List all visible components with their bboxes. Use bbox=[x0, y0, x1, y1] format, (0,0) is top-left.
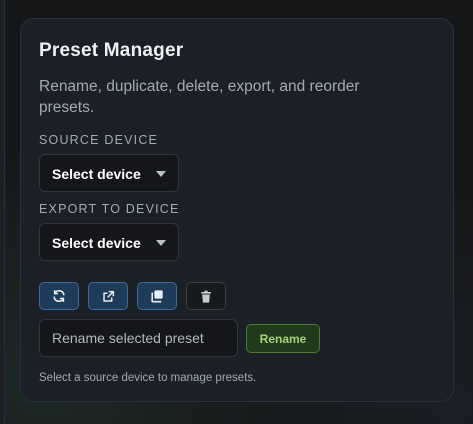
rename-button[interactable]: Rename bbox=[246, 324, 320, 353]
duplicate-icon bbox=[151, 290, 163, 303]
export-device-value: Select device bbox=[52, 235, 141, 251]
refresh-icon bbox=[53, 289, 65, 303]
source-device-select[interactable]: Select device bbox=[39, 154, 179, 192]
chevron-down-icon bbox=[156, 171, 166, 177]
refresh-button[interactable] bbox=[39, 282, 79, 310]
preset-manager-panel: Preset Manager Rename, duplicate, delete… bbox=[20, 18, 454, 402]
status-message: Select a source device to manage presets… bbox=[39, 372, 257, 384]
duplicate-button[interactable] bbox=[137, 282, 177, 310]
source-device-label: SOURCE DEVICE bbox=[39, 133, 159, 147]
adjacent-panel-edge bbox=[0, 0, 5, 424]
panel-description: Rename, duplicate, delete, export, and r… bbox=[39, 78, 360, 116]
trash-icon bbox=[201, 290, 211, 303]
panel-title: Preset Manager bbox=[39, 40, 184, 61]
export-device-label: EXPORT TO DEVICE bbox=[39, 202, 180, 216]
export-button[interactable] bbox=[88, 282, 128, 310]
export-device-select[interactable]: Select device bbox=[39, 223, 179, 261]
rename-preset-input[interactable] bbox=[39, 319, 238, 357]
chevron-down-icon bbox=[156, 240, 166, 246]
source-device-value: Select device bbox=[52, 166, 141, 182]
export-icon bbox=[102, 290, 114, 302]
delete-button[interactable] bbox=[186, 282, 226, 310]
